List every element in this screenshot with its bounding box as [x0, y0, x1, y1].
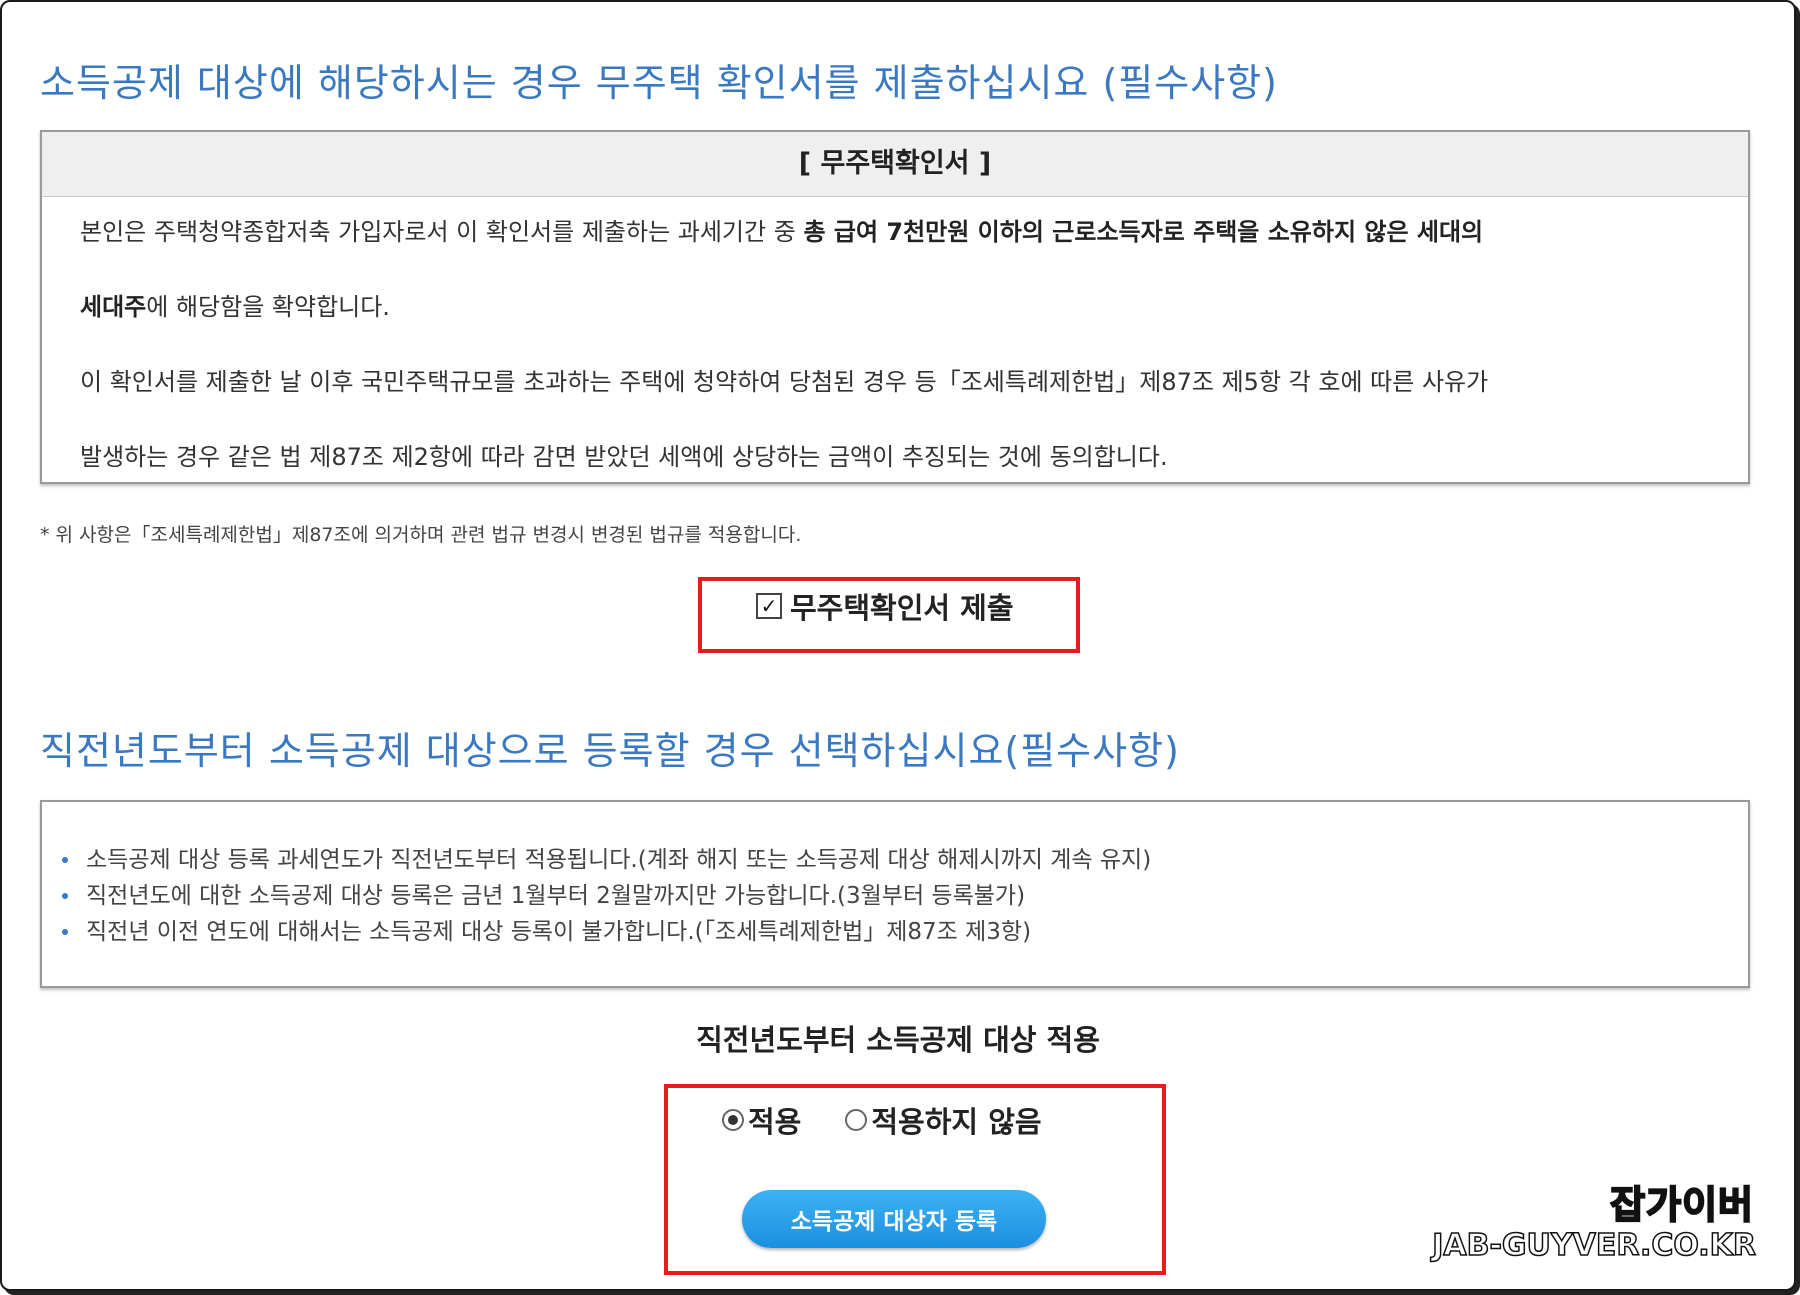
legal-footnote: * 위 사항은「조세특례제한법」제87조에 의거하며 관련 법규 변경시 변경된…	[40, 524, 802, 546]
apply-radio-group: 적용 적용하지 않음	[722, 1099, 1086, 1141]
radio-unselected-icon[interactable]	[845, 1109, 868, 1131]
start-year-section-title: 직전년도부터 소득공제 대상으로 등록할 경우 선택하십시요(필수사항)	[40, 729, 1180, 773]
radio-option-not-apply[interactable]: 적용하지 않음	[845, 1099, 1042, 1141]
radio-dot	[728, 1115, 738, 1125]
start-year-info-box: 소득공제 대상 등록 과세연도가 직전년도부터 적용됩니다.(계좌 해지 또는 …	[40, 800, 1750, 988]
radio-option-apply[interactable]: 적용	[722, 1099, 801, 1141]
checkbox-checked-icon[interactable]: ✓	[756, 593, 782, 619]
info-item-text: 직전년 이전 연도에 대해서는 소득공제 대상 등록이 불가합니다.(「조세특례…	[86, 919, 1032, 945]
confirmation-line-4: 발생하는 경우 같은 법 제87조 제2항에 따라 감면 받았던 세액에 상당하…	[80, 443, 1168, 471]
confirm-section-title: 소득공제 대상에 해당하시는 경우 무주택 확인서를 제출하십시요 (필수사항)	[40, 61, 1278, 105]
confirmation-line-3: 이 확인서를 제출한 날 이후 국민주택규모를 초과하는 주택에 청약하여 당첨…	[80, 368, 1489, 396]
bullet-icon	[62, 893, 68, 899]
radio-option-not-apply-label: 적용하지 않음	[871, 1105, 1042, 1139]
confirmation-header: [ 무주택확인서 ]	[42, 132, 1748, 197]
confirmation-line-2: 세대주에 해당함을 확약합니다.	[80, 287, 390, 322]
list-item: 직전년 이전 연도에 대해서는 소득공제 대상 등록이 불가합니다.(「조세특례…	[62, 914, 1151, 950]
confirmation-line-2-bold: 세대주	[80, 293, 147, 321]
list-item: 직전년도에 대한 소득공제 대상 등록은 금년 1월부터 2월말까지만 가능합니…	[62, 878, 1151, 914]
radio-selected-icon[interactable]	[722, 1109, 744, 1131]
submit-confirmation-checkbox[interactable]: ✓ 무주택확인서 제출	[756, 586, 1014, 626]
bullet-icon	[62, 857, 68, 863]
watermark-url: JAB-GUYVER.CO.KR	[1431, 1227, 1756, 1264]
no-house-confirmation-box: [ 무주택확인서 ] 본인은 주택청약종합저축 가입자로서 이 확인서를 제출하…	[40, 130, 1750, 484]
confirmation-line-2-normal: 에 해당함을 확약합니다.	[146, 293, 390, 321]
confirmation-line-1: 본인은 주택청약종합저축 가입자로서 이 확인서를 제출하는 과세기간 중 총 …	[80, 212, 1483, 247]
page-frame: 소득공제 대상에 해당하시는 경우 무주택 확인서를 제출하십시요 (필수사항)…	[0, 0, 1796, 1291]
apply-start-year-title: 직전년도부터 소득공제 대상 적용	[696, 1023, 1100, 1057]
confirmation-line-1-bold: 총 급여 7천만원 이하의 근로소득자로 주택을 소유하지 않은 세대의	[803, 218, 1484, 246]
bullet-icon	[62, 929, 68, 935]
info-item-text: 소득공제 대상 등록 과세연도가 직전년도부터 적용됩니다.(계좌 해지 또는 …	[86, 847, 1152, 873]
info-item-text: 직전년도에 대한 소득공제 대상 등록은 금년 1월부터 2월말까지만 가능합니…	[86, 883, 1026, 909]
confirmation-line-1-normal: 본인은 주택청약종합저축 가입자로서 이 확인서를 제출하는 과세기간 중	[80, 218, 804, 246]
watermark-name: 잡가이버	[1609, 1182, 1754, 1228]
submit-confirmation-label: 무주택확인서 제출	[790, 591, 1014, 625]
info-list: 소득공제 대상 등록 과세연도가 직전년도부터 적용됩니다.(계좌 해지 또는 …	[62, 842, 1151, 950]
register-deduction-button[interactable]: 소득공제 대상자 등록	[742, 1190, 1046, 1248]
radio-option-apply-label: 적용	[748, 1105, 802, 1139]
list-item: 소득공제 대상 등록 과세연도가 직전년도부터 적용됩니다.(계좌 해지 또는 …	[62, 842, 1151, 878]
